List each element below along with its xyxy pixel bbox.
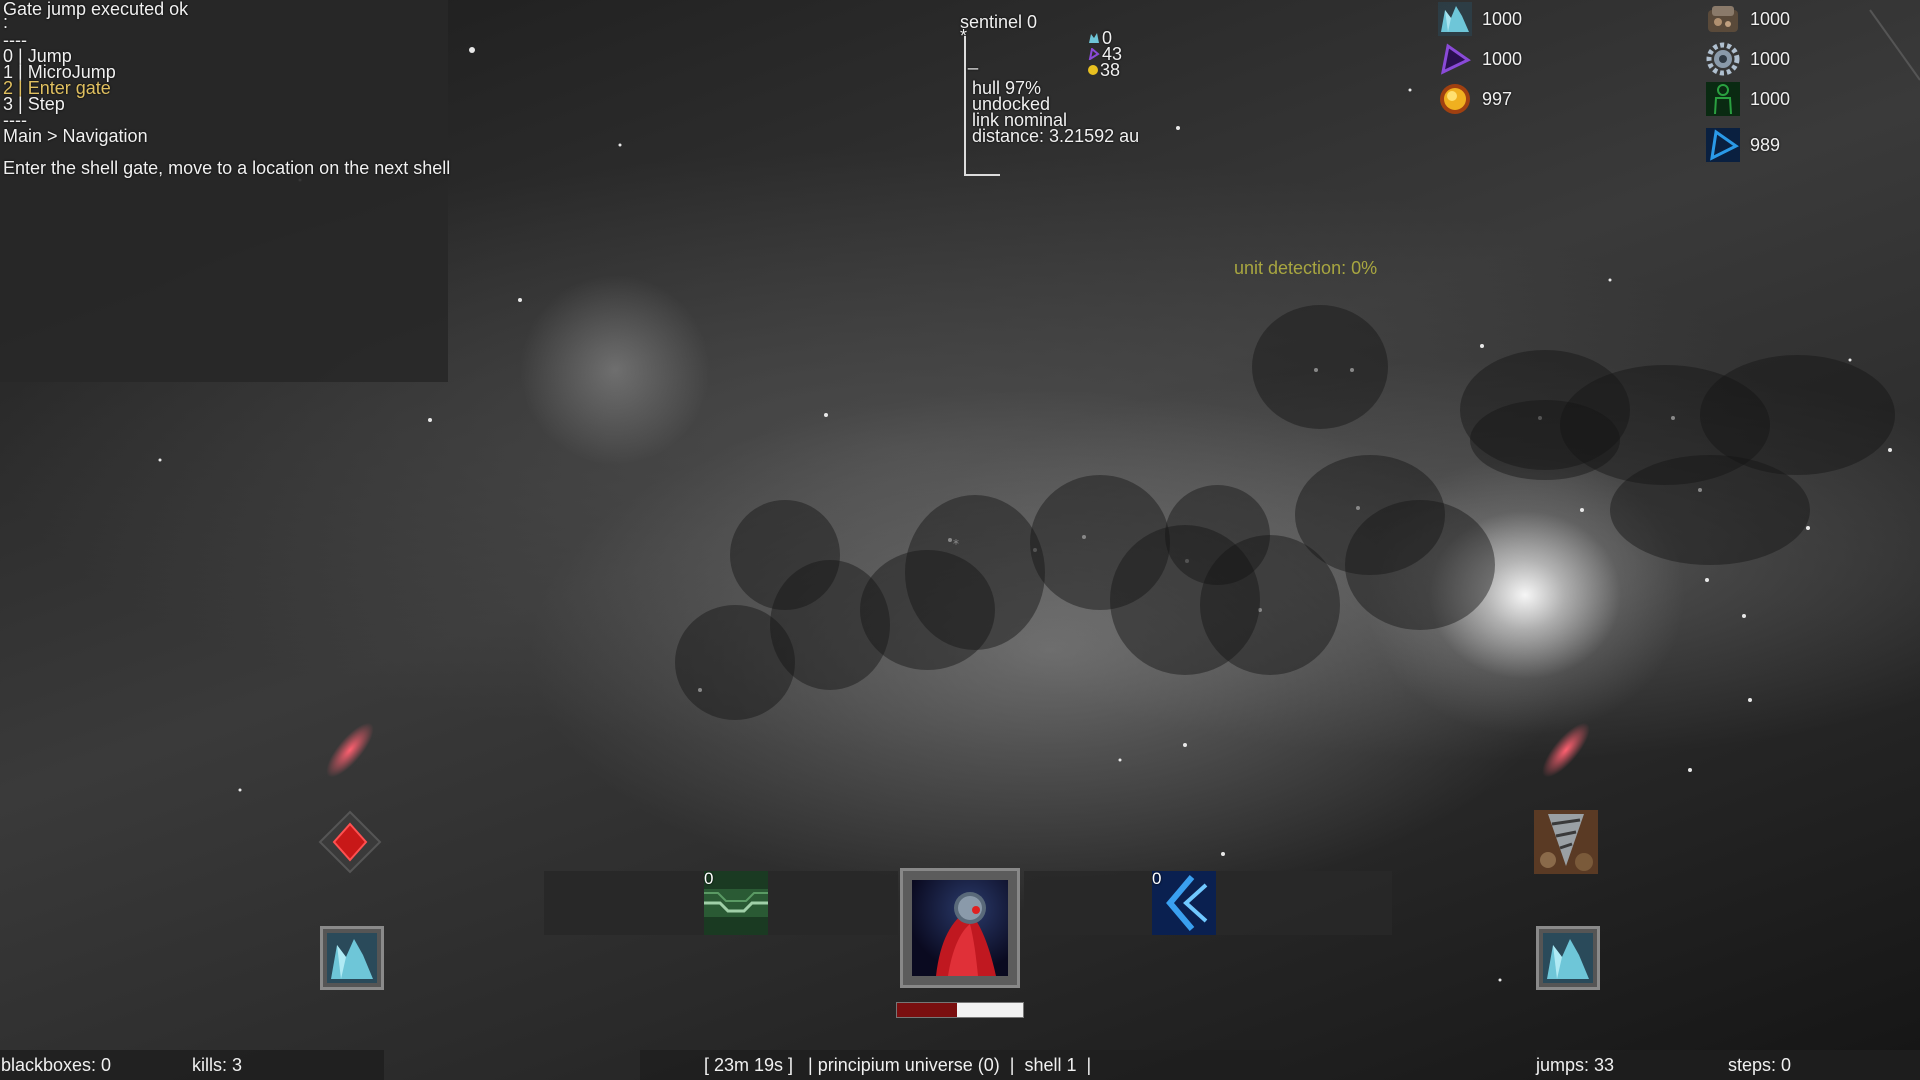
target-res-value: 38 (1100, 62, 1120, 78)
status-message: Gate jump executed ok (3, 1, 188, 17)
blue-chevron-icon (1152, 871, 1216, 935)
crystal-icon (327, 933, 377, 983)
target-res-sun: 38 (1088, 62, 1120, 78)
target-distance: distance: 3.21592 au (972, 128, 1139, 144)
sun-icon (1088, 65, 1098, 75)
target-bracket-bottom (964, 174, 1000, 176)
shadow-blob (1252, 305, 1388, 429)
crystal-slot-right[interactable] (1536, 926, 1600, 990)
blue-arrow-icon (1706, 128, 1740, 162)
console-colon: : (3, 14, 8, 30)
status-bar-center: [ 23m 19s ] | principium universe (0) | … (640, 1050, 1280, 1080)
target-underscore: _ (968, 52, 978, 68)
kills-count: kills: 3 (192, 1050, 242, 1080)
red-comet-icon[interactable] (318, 718, 382, 782)
ability-slot-right[interactable]: 0 (1152, 871, 1216, 935)
resource-value: 1000 (1482, 49, 1522, 70)
jumps-count: jumps: 33 (1536, 1050, 1614, 1080)
ability-slot-count: 0 (704, 869, 713, 889)
menu-description: Enter the shell gate, move to a location… (3, 160, 450, 176)
blackboxes-count: blackboxes: 0 (1, 1050, 111, 1080)
resource-ore: 1000 (1706, 2, 1790, 36)
crystal-icon (1543, 933, 1593, 983)
shadow-blob (675, 605, 795, 720)
resource-value: 1000 (1750, 49, 1790, 70)
status-bar-left: blackboxes: 0 kills: 3 (0, 1050, 384, 1080)
hull-bar (896, 1002, 1024, 1018)
resource-blue-arrow: 989 (1706, 128, 1780, 162)
shadow-blob (1030, 475, 1170, 610)
gear-icon (1706, 42, 1740, 76)
cloaked-sentinel-icon (912, 880, 1008, 976)
resource-value: 1000 (1482, 9, 1522, 30)
sun-icon (1438, 82, 1472, 116)
ability-slot-left[interactable]: 0 (704, 871, 768, 935)
resource-value: 989 (1750, 135, 1780, 156)
resource-value: 1000 (1750, 9, 1790, 30)
resource-humanoid: 1000 (1706, 82, 1790, 116)
menu-item-label: Step (28, 94, 65, 114)
humanoid-icon (1706, 82, 1740, 116)
ship-portrait-image (912, 880, 1008, 976)
shadow-blob (1345, 500, 1495, 630)
shadow-blob (1610, 455, 1810, 565)
red-comet-icon[interactable] (1534, 718, 1598, 782)
shadow-blob (1470, 400, 1620, 480)
target-bracket (964, 36, 966, 176)
steps-count: steps: 0 (1728, 1050, 1791, 1080)
ability-slot-count: 0 (1152, 869, 1161, 889)
resource-crystal: 1000 (1438, 2, 1522, 36)
navigation-console: Gate jump executed ok : ---- 0 | Jump 1 … (0, 0, 448, 382)
triangle-icon (1088, 48, 1100, 60)
breadcrumb: Main > Navigation (3, 128, 148, 144)
purple-triangle-icon (1438, 42, 1472, 76)
session-info: [ 23m 19s ] | principium universe (0) | … (704, 1050, 1091, 1080)
resource-sun: 997 (1438, 82, 1512, 116)
crystal-icon (1088, 32, 1100, 44)
status-bar-right: jumps: 33 steps: 0 (1536, 1050, 1920, 1080)
shadow-blob (1165, 485, 1270, 585)
resource-gear: 1000 (1706, 42, 1790, 76)
green-circuit-icon (704, 871, 768, 935)
resource-purple: 1000 (1438, 42, 1522, 76)
hull-bar-fill (897, 1003, 957, 1017)
unit-detection: unit detection: 0% (1234, 258, 1377, 279)
player-ship-portrait[interactable] (900, 868, 1020, 988)
target-name: sentinel 0 (960, 14, 1037, 30)
red-core-icon[interactable] (318, 810, 382, 874)
resource-value: 997 (1482, 89, 1512, 110)
resource-value: 1000 (1750, 89, 1790, 110)
shadow-blob (730, 500, 840, 610)
ore-icon (1706, 2, 1740, 36)
drill-icon[interactable] (1534, 810, 1598, 874)
crystal-slot-left[interactable] (320, 926, 384, 990)
crystal-icon (1438, 2, 1472, 36)
